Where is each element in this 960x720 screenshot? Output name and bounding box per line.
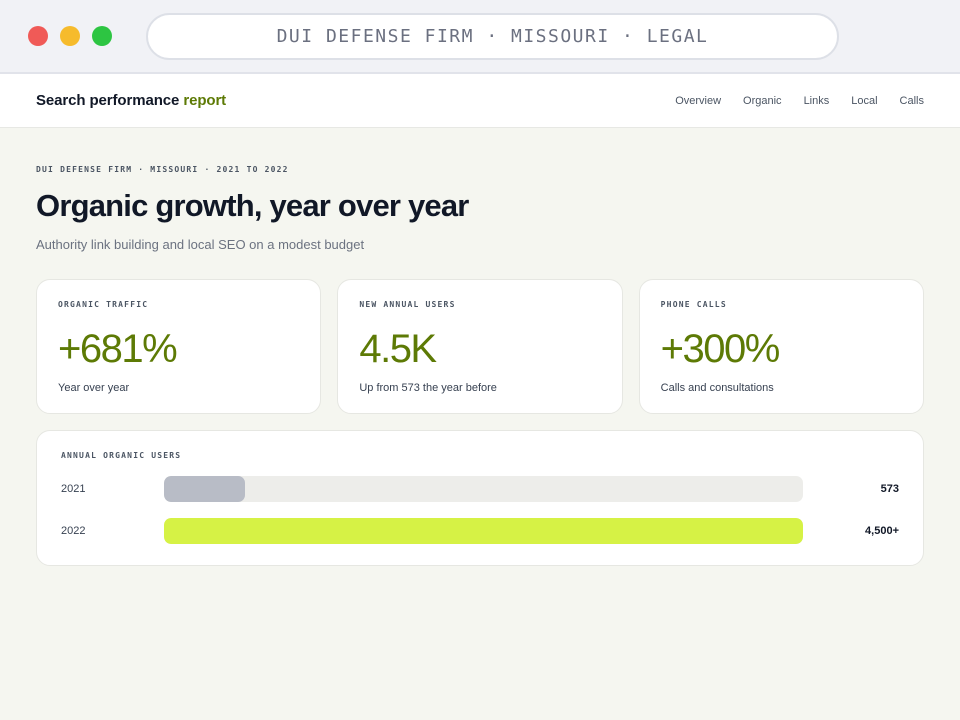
- close-window-button[interactable]: [28, 26, 48, 46]
- bar-row-2021: 2021 573: [61, 476, 899, 502]
- stat-card-value: 4.5K: [359, 327, 437, 371]
- stat-card-phone-calls: PHONE CALLS +300% Calls and consultation…: [638, 279, 924, 414]
- panel-label: ANNUAL ORGANIC USERS: [61, 451, 182, 460]
- page-subtitle: Authority link building and local SEO on…: [36, 237, 365, 252]
- bar-fill-2021: [164, 476, 246, 502]
- bar-track: [164, 476, 803, 502]
- nav-link-calls[interactable]: Calls: [900, 95, 924, 107]
- main-nav: Overview Organic Links Local Calls: [653, 95, 924, 107]
- stat-card-note: Year over year: [58, 382, 130, 394]
- bar-fill-2022: [164, 518, 803, 544]
- nav-link-links[interactable]: Links: [804, 95, 830, 107]
- stat-cards: ORGANIC TRAFFIC +681% Year over year NEW…: [36, 279, 924, 414]
- bar-row-year: 2022: [61, 525, 86, 537]
- brand-title[interactable]: Search performance report: [36, 92, 226, 109]
- stat-card-new-annual-users: NEW ANNUAL USERS 4.5K Up from 573 the ye…: [337, 279, 623, 414]
- maximize-window-button[interactable]: [92, 26, 112, 46]
- minimize-window-button[interactable]: [60, 26, 80, 46]
- page-title: Organic growth, year over year: [36, 188, 469, 223]
- stat-card-note: Up from 573 the year before: [359, 382, 497, 394]
- stat-card-label: NEW ANNUAL USERS: [359, 300, 456, 309]
- report-content: DUI DEFENSE FIRM · MISSOURI · 2021 TO 20…: [0, 165, 960, 566]
- stat-card-label: PHONE CALLS: [660, 300, 727, 309]
- nav-link-local[interactable]: Local: [851, 95, 877, 107]
- bar-track: [164, 518, 803, 544]
- page-eyebrow: DUI DEFENSE FIRM · MISSOURI · 2021 TO 20…: [36, 165, 289, 174]
- stat-card-label: ORGANIC TRAFFIC: [58, 300, 149, 309]
- address-bar-text: DUI DEFENSE FIRM · MISSOURI · LEGAL: [276, 26, 709, 47]
- top-navigation-bar: Search performance report Overview Organ…: [0, 74, 960, 128]
- address-bar[interactable]: DUI DEFENSE FIRM · MISSOURI · LEGAL: [146, 13, 839, 60]
- nav-link-overview[interactable]: Overview: [675, 95, 721, 107]
- stat-card-organic-traffic: ORGANIC TRAFFIC +681% Year over year: [36, 279, 322, 414]
- stat-card-value: +681%: [58, 327, 178, 371]
- bar-row-year: 2021: [61, 483, 86, 495]
- browser-chrome: DUI DEFENSE FIRM · MISSOURI · LEGAL: [0, 0, 960, 74]
- annual-users-panel: ANNUAL ORGANIC USERS 2021 573 2022 4,500…: [36, 430, 924, 566]
- bar-row-value: 573: [880, 483, 899, 495]
- brand-title-main: Search performance: [36, 92, 180, 109]
- brand-title-accent: report: [183, 92, 227, 109]
- bar-row-value: 4,500+: [865, 525, 899, 537]
- stat-card-note: Calls and consultations: [660, 382, 774, 394]
- stat-card-value: +300%: [660, 327, 781, 371]
- bar-row-2022: 2022 4,500+: [61, 518, 899, 544]
- nav-link-organic[interactable]: Organic: [743, 95, 782, 107]
